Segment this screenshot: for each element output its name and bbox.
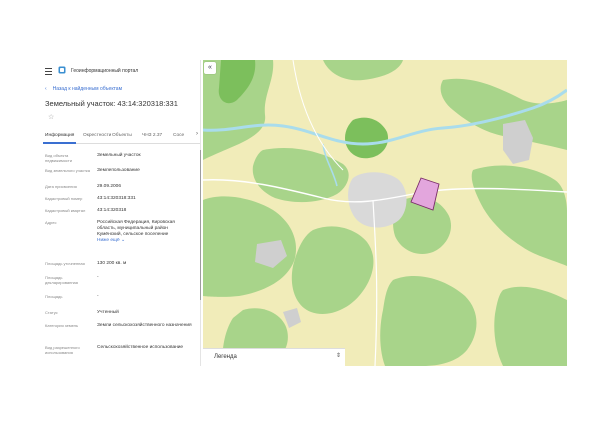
legend-bar[interactable]: Легенда ⇕ xyxy=(203,348,345,366)
tab-objects[interactable]: Объекты xyxy=(112,133,132,138)
property-key: Вид объекта недвижимости xyxy=(45,153,72,164)
active-tab-indicator xyxy=(43,142,76,144)
chevron-left-icon: ‹ xyxy=(45,86,47,92)
property-key: Кадастровый номер xyxy=(45,196,83,201)
property-key: Вид земельного участка xyxy=(45,168,90,173)
property-key: Вид разрешенного использования xyxy=(45,345,80,356)
property-value: 43:14:320318:331 xyxy=(97,196,136,201)
page-title: Земельный участок: 43:14:320318:331 xyxy=(45,99,178,108)
property-key: Дата присвоения xyxy=(45,184,77,189)
property-value: 130 200 кв. м xyxy=(97,261,127,266)
info-panel: Геоинформационный портал ‹ Назад к найден… xyxy=(33,60,201,366)
property-value: 43:14:320318 xyxy=(97,208,127,213)
property-value: Сельскохозяйственное использование xyxy=(97,345,184,350)
double-chevron-left-icon[interactable]: « xyxy=(204,62,216,74)
property-value: Учтенный xyxy=(97,310,119,315)
legend-toggle-icon[interactable]: ⇕ xyxy=(336,352,341,359)
property-value: Земли сельскохозяйственного назначения xyxy=(97,323,192,328)
panel-scrollbar-thumb[interactable] xyxy=(200,150,201,300)
property-key: Статус xyxy=(45,310,58,315)
tab-info[interactable]: Информация xyxy=(45,133,74,138)
star-icon[interactable]: ☆ xyxy=(48,113,54,121)
hamburger-menu-icon[interactable] xyxy=(45,68,52,75)
back-to-results-link[interactable]: ‹ Назад к найденным объектам xyxy=(45,86,122,92)
property-value: Земельный участок xyxy=(97,153,141,158)
tab-surroundings[interactable]: Окрестности xyxy=(83,133,111,138)
tab-cnz[interactable]: ЧНЗ 2.37 xyxy=(142,133,162,138)
property-key: Категория земель xyxy=(45,323,79,328)
back-link-label: Назад к найденным объектам xyxy=(52,86,123,92)
forest-area xyxy=(494,286,567,366)
property-value: Российская Федерация, Кировская область,… xyxy=(97,220,193,244)
property-value: 29.09.2006 xyxy=(97,184,122,189)
property-key: Площадь xyxy=(45,294,63,299)
property-value: Землепользование xyxy=(97,168,140,173)
property-key: Площадь декларированная xyxy=(45,275,78,286)
property-value: - xyxy=(97,294,99,299)
app-window: Геоинформационный портал ‹ Назад к найден… xyxy=(33,60,567,366)
tab-neighbors[interactable]: Сосе xyxy=(173,133,184,138)
legend-label: Легенда xyxy=(214,354,237,360)
property-value: - xyxy=(97,275,99,280)
property-key: Кадастровый квартал xyxy=(45,208,86,213)
property-key: Адрес xyxy=(45,220,57,225)
show-more-link[interactable]: Ниже ещё ⌄ xyxy=(97,238,193,244)
portal-logo-icon xyxy=(58,66,66,74)
tab-scroll-right-icon[interactable]: › xyxy=(196,131,198,137)
map-canvas[interactable] xyxy=(203,60,567,366)
app-title: Геоинформационный портал xyxy=(71,68,139,74)
show-more-label: Ниже ещё xyxy=(97,238,120,243)
property-key: Площадь уточненная xyxy=(45,261,85,266)
top-bar: Геоинформационный портал xyxy=(33,60,201,82)
map-view[interactable] xyxy=(203,60,567,366)
address-text: Российская Федерация, Кировская область,… xyxy=(97,220,175,237)
